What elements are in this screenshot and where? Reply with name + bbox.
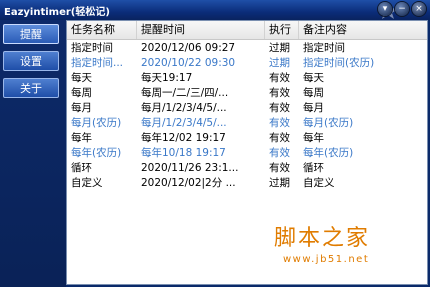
table-header: 任务名称 提醒时间 执行 备注内容 bbox=[67, 21, 427, 40]
task-table: 任务名称 提醒时间 执行 备注内容 指定时间 2020/12/06 09:27 过期… bbox=[66, 20, 428, 285]
app-window: Eazyintimer(轻松记) ▾ − × 提醒 设置 关于 任务名称 提醒时… bbox=[0, 0, 430, 287]
title-bar[interactable]: Eazyintimer(轻松记) ▾ − × bbox=[0, 0, 430, 20]
cell-task-name: 每年(农历) bbox=[71, 147, 122, 159]
cell-task-name: 每年 bbox=[71, 132, 92, 144]
cell-status: 有效 bbox=[269, 162, 290, 174]
table-row[interactable]: 自定义 2020/12/02|2分 ... 过期 自定义 bbox=[67, 176, 427, 190]
cell-note: 每月 bbox=[303, 102, 324, 114]
cell-remind-time: 每年10/18 19:17 bbox=[141, 147, 226, 159]
sidebar-item-remind[interactable]: 提醒 bbox=[3, 24, 59, 44]
cell-status: 有效 bbox=[269, 147, 290, 159]
table-row[interactable]: 每年(农历) 每年10/18 19:17 有效 每年(农历) bbox=[67, 146, 427, 160]
cell-task-name: 每月 bbox=[71, 102, 92, 114]
cell-note: 每年(农历) bbox=[303, 147, 354, 159]
cell-remind-time: 2020/12/06 09:27 bbox=[141, 42, 236, 54]
cell-task-name: 自定义 bbox=[71, 177, 103, 189]
cell-status: 有效 bbox=[269, 87, 290, 99]
cell-note: 每年 bbox=[303, 132, 324, 144]
table-row[interactable]: 每月(农历) 每月/1/2/3/4/5/... 有效 每月(农历) bbox=[67, 116, 427, 130]
sidebar: 提醒 设置 关于 bbox=[0, 20, 66, 287]
table-row[interactable]: 循环 2020/11/26 23:1... 有效 循环 bbox=[67, 161, 427, 175]
cell-remind-time: 2020/11/26 23:1... bbox=[141, 162, 239, 174]
table-row[interactable]: 指定时间... 2020/10/22 09:30 过期 指定时间(农历) bbox=[67, 56, 427, 70]
cell-status: 过期 bbox=[269, 57, 290, 69]
column-header-status[interactable]: 执行 bbox=[265, 21, 299, 39]
cell-note: 每月(农历) bbox=[303, 117, 354, 129]
cell-note: 自定义 bbox=[303, 177, 335, 189]
column-header-name[interactable]: 任务名称 bbox=[67, 21, 137, 39]
window-controls: ▾ − × bbox=[378, 2, 426, 16]
cell-note: 指定时间 bbox=[303, 42, 345, 54]
sidebar-item-about[interactable]: 关于 bbox=[3, 78, 59, 98]
cell-note: 每周 bbox=[303, 87, 324, 99]
close-button[interactable]: × bbox=[412, 2, 426, 16]
table-row[interactable]: 每周 每周一/二/三/四/... 有效 每周 bbox=[67, 86, 427, 100]
cell-remind-time: 每年12/02 19:17 bbox=[141, 132, 226, 144]
minimize-button[interactable]: − bbox=[395, 2, 409, 16]
cell-note: 循环 bbox=[303, 162, 324, 174]
table-row[interactable]: 每月 每月/1/2/3/4/5/... 有效 每月 bbox=[67, 101, 427, 115]
cell-status: 有效 bbox=[269, 132, 290, 144]
menu-button[interactable]: ▾ bbox=[378, 2, 392, 16]
cell-task-name: 每月(农历) bbox=[71, 117, 122, 129]
table-row[interactable]: 每年 每年12/02 19:17 有效 每年 bbox=[67, 131, 427, 145]
cell-task-name: 指定时间 bbox=[71, 42, 113, 54]
window-title: Eazyintimer(轻松记) bbox=[4, 7, 110, 18]
watermark-url: www.jb51.net bbox=[283, 254, 370, 265]
cell-status: 过期 bbox=[269, 42, 290, 54]
cell-task-name: 循环 bbox=[71, 162, 92, 174]
cell-remind-time: 每周一/二/三/四/... bbox=[141, 87, 229, 99]
cell-remind-time: 每月/1/2/3/4/5/... bbox=[141, 102, 227, 114]
watermark-text: 脚本之家 bbox=[274, 226, 371, 251]
column-header-time[interactable]: 提醒时间 bbox=[137, 21, 265, 39]
cell-status: 有效 bbox=[269, 117, 290, 129]
cell-task-name: 每天 bbox=[71, 72, 92, 84]
cell-status: 有效 bbox=[269, 72, 290, 84]
cell-status: 有效 bbox=[269, 102, 290, 114]
cell-status: 过期 bbox=[269, 177, 290, 189]
table-row[interactable]: 指定时间 2020/12/06 09:27 过期 指定时间 bbox=[67, 41, 427, 55]
cell-remind-time: 每天19:17 bbox=[141, 72, 193, 84]
table-row[interactable]: 每天 每天19:17 有效 每天 bbox=[67, 71, 427, 85]
cell-task-name: 每周 bbox=[71, 87, 92, 99]
cell-task-name: 指定时间... bbox=[71, 57, 124, 69]
sidebar-item-settings[interactable]: 设置 bbox=[3, 51, 59, 71]
column-header-note[interactable]: 备注内容 bbox=[299, 21, 427, 39]
cell-remind-time: 2020/12/02|2分 ... bbox=[141, 177, 236, 189]
cell-note: 每天 bbox=[303, 72, 324, 84]
cell-remind-time: 每月/1/2/3/4/5/... bbox=[141, 117, 227, 129]
cell-note: 指定时间(农历) bbox=[303, 57, 375, 69]
cell-remind-time: 2020/10/22 09:30 bbox=[141, 57, 236, 69]
